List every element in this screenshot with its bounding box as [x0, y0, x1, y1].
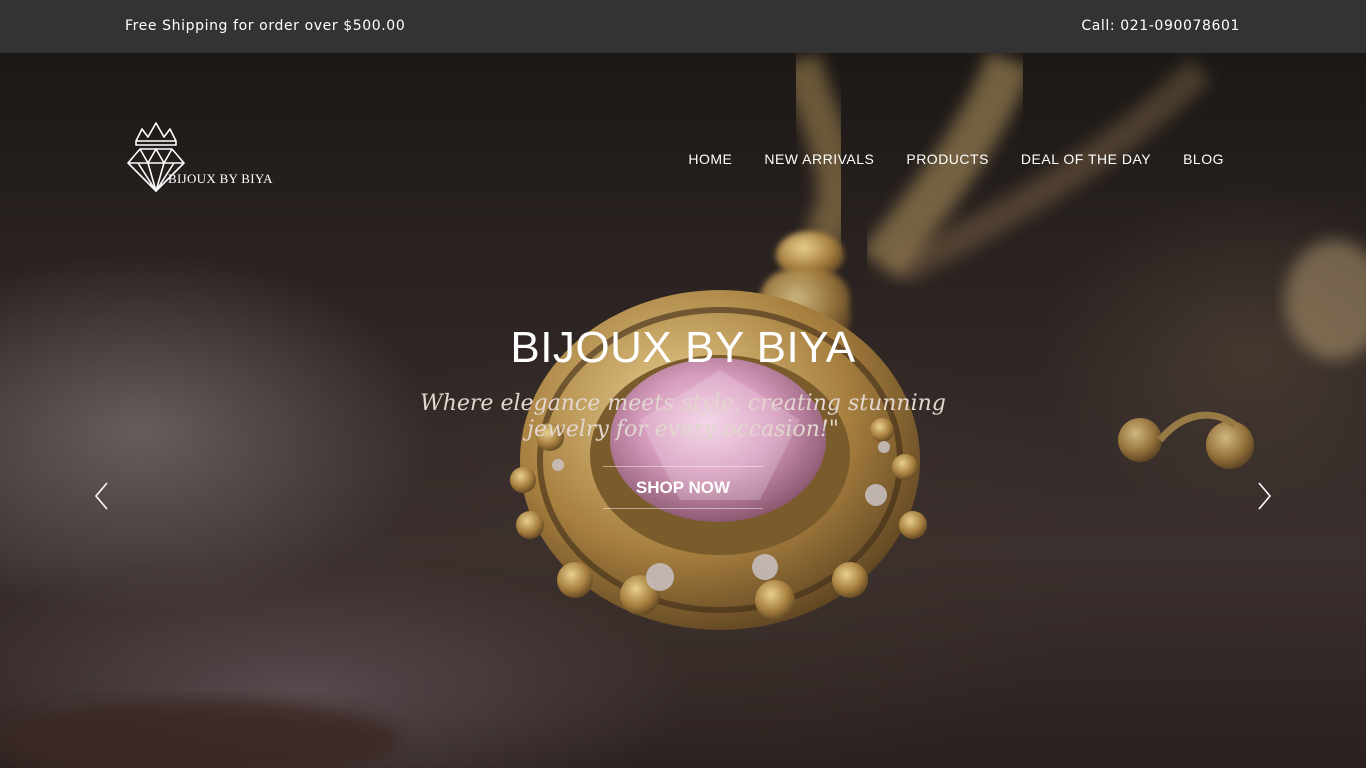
phone-text: Call: 021-090078601: [1081, 18, 1240, 34]
shop-now-button[interactable]: SHOP NOW: [603, 466, 763, 509]
chevron-right-icon: [1258, 482, 1272, 510]
chevron-left-icon: [94, 482, 108, 510]
announcement-bar: Free Shipping for order over $500.00 Cal…: [0, 0, 1366, 53]
nav-item-deal-of-the-day[interactable]: DEAL OF THE DAY: [1021, 151, 1151, 167]
nav-item-products[interactable]: PRODUCTS: [906, 151, 989, 167]
slider-next-button[interactable]: [1254, 481, 1274, 511]
nav-item-home[interactable]: HOME: [688, 151, 732, 167]
nav-item-new-arrivals[interactable]: NEW ARRIVALS: [764, 151, 874, 167]
slider-prev-button[interactable]: [92, 481, 112, 511]
brand-logo-text: BIJOUX BY BIYA: [168, 171, 273, 186]
main-navigation: HOME NEW ARRIVALS PRODUCTS DEAL OF THE D…: [688, 151, 1224, 167]
free-shipping-text: Free Shipping for order over $500.00: [125, 18, 406, 34]
hero-title: BIJOUX BY BIYA: [510, 323, 856, 372]
nav-item-blog[interactable]: BLOG: [1183, 151, 1224, 167]
hero-slider: BIJOUX BY BIYA HOME NEW ARRIVALS PRODUCT…: [0, 53, 1366, 768]
brand-logo[interactable]: BIJOUX BY BIYA: [124, 119, 284, 195]
hero-tagline: Where elegance meets style, creating stu…: [420, 391, 946, 442]
